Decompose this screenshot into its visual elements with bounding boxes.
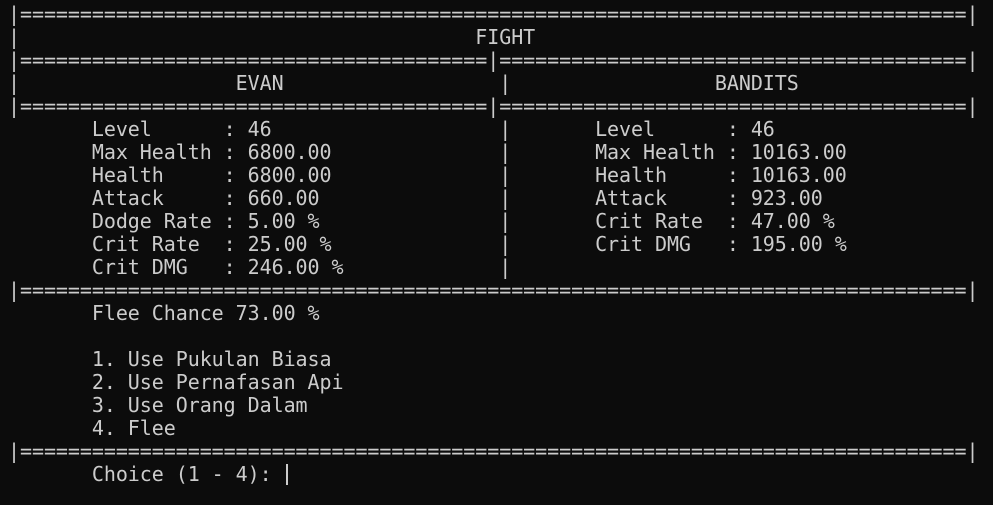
stats-row-health: Health : 6800.00 | Health : 10163.00 — [8, 163, 847, 187]
stats-row-max-health: Max Health : 6800.00 | Max Health : 1016… — [8, 140, 847, 164]
menu-option-2[interactable]: 2. Use Pernafasan Api — [8, 371, 993, 394]
choice-input-line[interactable]: Choice (1 - 4): — [8, 463, 993, 486]
stats-bottom-border: |=======================================… — [8, 278, 979, 302]
menu-option-1[interactable]: 1. Use Pukulan Biasa — [8, 348, 993, 371]
text-cursor — [285, 464, 288, 485]
terminal-output: |=======================================… — [8, 3, 993, 486]
stats-row-level: Level : 46 | Level : 46 — [8, 117, 775, 141]
screen-title: | FIGHT | — [8, 25, 993, 49]
stats-row-dodge-crit-rate: Dodge Rate : 5.00 % | Crit Rate : 47.00 … — [8, 209, 835, 233]
choice-prompt: Choice (1 - 4): — [8, 462, 284, 486]
title-split-border: |=======================================… — [8, 48, 979, 72]
stats-row-crit-dmg: Crit DMG : 246.00 % | — [8, 255, 512, 279]
names-split-border: |=======================================… — [8, 94, 979, 118]
menu-option-4[interactable]: 4. Flee — [8, 417, 993, 440]
top-border: |=======================================… — [8, 2, 979, 26]
combatant-names: | EVAN | BANDITS | — [8, 71, 993, 95]
menu-option-3[interactable]: 3. Use Orang Dalam — [8, 394, 993, 417]
menu-bottom-border: |=======================================… — [8, 439, 979, 463]
flee-chance: Flee Chance 73.00 % — [8, 301, 320, 325]
stats-row-attack: Attack : 660.00 | Attack : 923.00 — [8, 186, 823, 210]
stats-row-crit: Crit Rate : 25.00 % | Crit DMG : 195.00 … — [8, 232, 847, 256]
